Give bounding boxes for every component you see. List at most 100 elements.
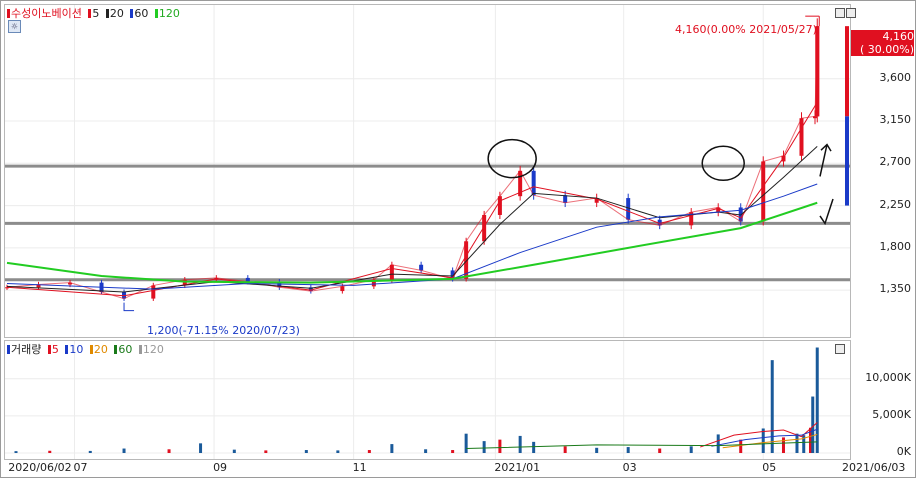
vma60-marker — [114, 345, 118, 354]
volume-bar — [336, 450, 340, 453]
volume-bar — [739, 439, 743, 453]
ma5-marker — [88, 9, 92, 18]
vma60-label[interactable]: 60 — [118, 343, 132, 356]
ma60-marker — [130, 9, 134, 18]
volume-bar — [626, 447, 630, 453]
current-range-bar — [845, 116, 849, 206]
vma10-marker — [65, 345, 69, 354]
candle-body — [497, 196, 502, 215]
limit-up-candle — [816, 26, 820, 117]
price-tick: 1,350 — [879, 282, 912, 296]
high-price-annotation: 4,160(0.00% 2021/05/27) — [675, 23, 817, 36]
volume-bar — [498, 439, 502, 453]
candle-body — [151, 285, 156, 299]
volume-tick: 10,000K — [865, 370, 911, 384]
vma120-label[interactable]: 120 — [143, 343, 164, 356]
vma5-label[interactable]: 5 — [52, 343, 59, 356]
candle-body — [799, 118, 804, 156]
date-tick: 2021/06/03 — [842, 461, 906, 474]
date-tick: 2021/01 — [494, 461, 541, 474]
ma120-marker — [154, 9, 158, 18]
price-tick: 2,700 — [879, 155, 912, 169]
candle-body — [761, 161, 766, 222]
volume-bar — [658, 448, 662, 453]
current-price-value: 4,160 — [882, 30, 915, 43]
volume-bar — [563, 446, 567, 453]
volume-bar — [689, 446, 693, 453]
vma5-marker — [47, 345, 51, 354]
vma10-label[interactable]: 10 — [69, 343, 83, 356]
volume-title[interactable]: 거래량 — [11, 343, 41, 356]
volume-bar — [451, 450, 455, 453]
date-tick: 11 — [352, 461, 367, 474]
volume-chart-panel[interactable]: 거래량 5 10 20 60 120 — [4, 340, 851, 460]
volume-bar — [367, 450, 371, 453]
volume-bar — [518, 435, 522, 453]
volume-bar — [48, 450, 52, 453]
vma20-marker — [89, 345, 93, 354]
ma120-label[interactable]: 120 — [159, 7, 180, 20]
volume-bar — [304, 450, 308, 453]
volume-bar — [770, 360, 774, 453]
volume-bar — [390, 444, 394, 453]
volume-bar — [532, 441, 536, 453]
volume-bar — [122, 448, 126, 453]
volume-bar — [811, 396, 815, 453]
settings-icon[interactable]: ☼ — [8, 20, 21, 33]
price-legend-marker — [7, 9, 10, 18]
vma120-marker — [138, 345, 142, 354]
ma5-line — [6, 101, 818, 297]
date-tick: 2020/06/02 — [8, 461, 72, 474]
minimize-button[interactable] — [835, 8, 845, 18]
volume-bar — [716, 434, 720, 453]
ma20-marker — [105, 9, 109, 18]
price-chart-panel[interactable]: 수성이노베이션 5 20 60 120 ☼ 4,160(0.00% 2021/0… — [4, 4, 856, 338]
price-tick: 1,800 — [879, 239, 912, 253]
price-trace — [6, 26, 818, 300]
candle-body — [389, 264, 394, 280]
date-tick: 07 — [73, 461, 88, 474]
candle-body — [419, 264, 424, 271]
ma5-label[interactable]: 5 — [92, 7, 99, 20]
price-chart-svg[interactable] — [5, 5, 850, 337]
volume-minimize-button[interactable] — [835, 344, 845, 354]
volume-legend: 거래량 5 10 20 60 120 — [7, 343, 167, 356]
stock-name[interactable]: 수성이노베이션 — [11, 7, 82, 20]
volume-axis: 10,000K 5,000K 0K — [851, 340, 914, 458]
current-price-change: ( 30.00%) — [859, 43, 914, 56]
ma60-label[interactable]: 60 — [134, 7, 148, 20]
current-price-bar — [845, 26, 849, 117]
price-legend: 수성이노베이션 5 20 60 120 — [7, 7, 183, 20]
low-price-annotation: 1,200(-71.15% 2020/07/23) — [147, 324, 300, 337]
volume-bar — [795, 433, 799, 453]
current-price-tag: 4,160 ( 30.00%) — [851, 30, 914, 56]
drawn-check-annotation — [819, 198, 834, 226]
price-tick: 3,150 — [879, 113, 912, 127]
volume-bar — [815, 347, 819, 453]
ma20-line — [6, 146, 818, 293]
candle-body — [563, 195, 568, 203]
price-tick: 2,250 — [879, 197, 912, 211]
volume-chart-svg[interactable] — [5, 341, 850, 459]
ma20-label[interactable]: 20 — [110, 7, 124, 20]
volume-tick: 5,000K — [872, 407, 911, 421]
low-marker-leader — [123, 302, 135, 312]
drawn-arrow-annotation — [819, 143, 832, 177]
volume-bar — [595, 447, 599, 453]
volume-bar — [482, 441, 486, 453]
volume-bar — [264, 450, 268, 453]
volume-bar — [167, 449, 171, 453]
date-tick: 09 — [213, 461, 228, 474]
vma20-label[interactable]: 20 — [94, 343, 108, 356]
date-tick: 03 — [622, 461, 637, 474]
volume-tick: 0K — [896, 445, 911, 458]
volume-bar — [464, 433, 468, 453]
candle-body — [531, 170, 536, 196]
volume-bar — [88, 450, 92, 453]
volume-bar — [199, 443, 203, 453]
volume-bar — [761, 428, 765, 453]
volume-bar — [424, 449, 428, 453]
volume-bar — [14, 451, 18, 453]
date-tick: 05 — [762, 461, 777, 474]
volume-bar — [232, 449, 236, 453]
